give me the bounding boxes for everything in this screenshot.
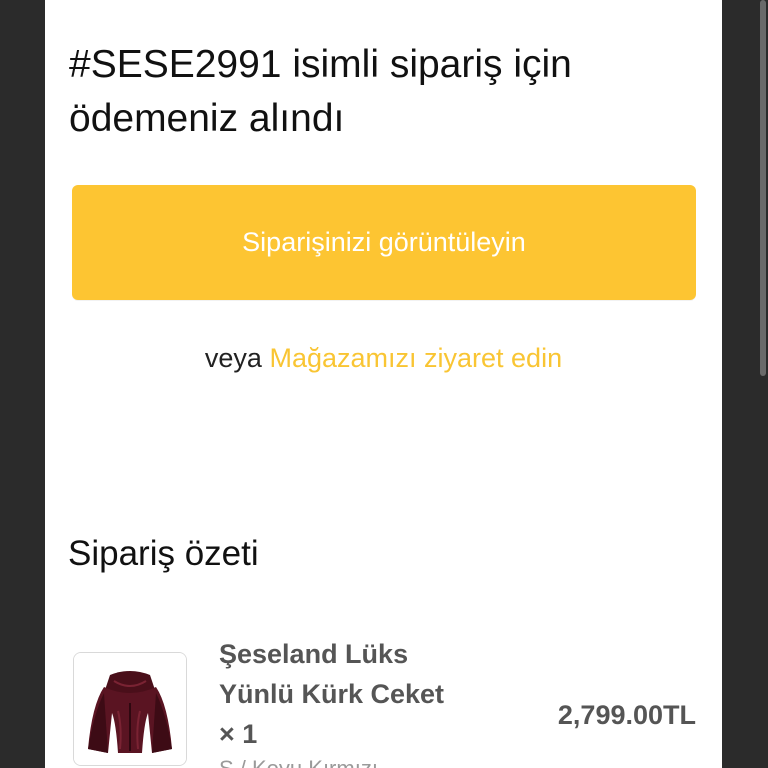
- view-order-label: Siparişinizi görüntüleyin: [242, 227, 526, 257]
- order-summary-title: Sipariş özeti: [68, 534, 259, 573]
- alternative-action: veya Mağazamızı ziyaret edin: [45, 338, 722, 378]
- visit-store-link[interactable]: Mağazamızı ziyaret edin: [269, 343, 562, 373]
- left-backdrop: [0, 0, 45, 768]
- view-order-button[interactable]: Siparişinizi görüntüleyin: [72, 185, 696, 300]
- order-confirmation-title: #SESE2991 isimli sipariş için ödemeniz a…: [69, 43, 572, 140]
- or-text: veya: [204, 343, 262, 373]
- scrollbar[interactable]: [760, 0, 766, 376]
- product-variant: S / Koyu Kırmızı: [219, 754, 378, 768]
- product-thumbnail: [73, 652, 187, 766]
- fur-jacket-image: [74, 653, 186, 765]
- product-price: 2,799.00TL: [557, 700, 696, 730]
- product-name: Şeseland Lüks Yünlü Kürk Ceket × 1: [219, 639, 445, 749]
- confirmation-page: #SESE2991 isimli sipariş için ödemeniz a…: [45, 0, 722, 768]
